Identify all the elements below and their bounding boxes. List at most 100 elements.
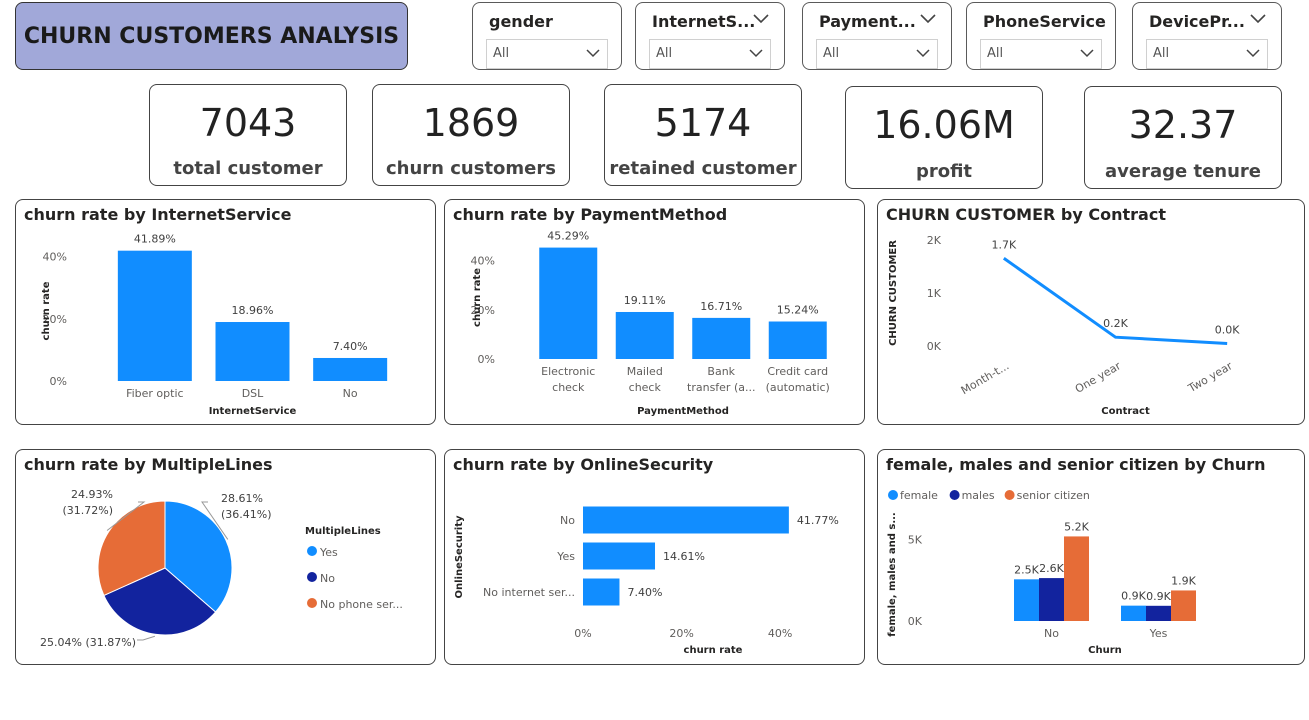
x-tick-label: (automatic): [766, 381, 830, 394]
y-tick-label: Yes: [556, 550, 575, 563]
slicer-deviceprotection[interactable]: DevicePr... All: [1132, 2, 1282, 70]
bar: [1014, 579, 1039, 621]
dashboard-title: CHURN CUSTOMERS ANALYSIS: [15, 2, 408, 70]
x-axis-title: Contract: [1101, 406, 1150, 417]
data-label: 28.61%: [221, 492, 263, 505]
bar: [1121, 605, 1146, 621]
chevron-down-icon[interactable]: [752, 12, 770, 26]
slicer-phoneservice-dropdown[interactable]: All: [980, 39, 1102, 69]
bar: [615, 311, 674, 359]
data-label: 19.11%: [624, 294, 666, 307]
slicer-paymentmethod-dropdown[interactable]: All: [816, 39, 938, 69]
kpi-average-tenure: 32.37 average tenure: [1084, 86, 1282, 189]
x-tick-label: Bank: [707, 365, 735, 378]
slicer-internetservice-value: All: [656, 46, 673, 61]
data-label: 0.9K: [1146, 590, 1171, 603]
x-axis-title: churn rate: [684, 645, 743, 656]
y-axis-title: CHURN CUSTOMER: [888, 240, 899, 346]
x-tick-label: Fiber optic: [126, 387, 183, 400]
slicer-gender-label: gender: [489, 12, 553, 31]
data-label: (31.72%): [62, 504, 113, 517]
legend-marker: [307, 572, 317, 582]
legend-label: No: [320, 572, 335, 585]
chart-paymentmethod[interactable]: churn rate by PaymentMethod 0% 20% 40% chur…: [444, 199, 865, 425]
data-label: 0.0K: [1215, 323, 1240, 336]
y-axis-title: OnlineSecurity: [454, 515, 465, 599]
legend-label: female: [900, 489, 938, 502]
slicer-deviceprotection-dropdown[interactable]: All: [1146, 39, 1268, 69]
x-axis-title: InternetService: [209, 406, 297, 417]
slicer-gender[interactable]: gender All: [472, 2, 622, 70]
bar: [583, 542, 656, 570]
slicer-phoneservice[interactable]: PhoneService All: [966, 2, 1116, 70]
slicer-gender-value: All: [493, 46, 510, 61]
chart-contract[interactable]: CHURN CUSTOMER by Contract 0K 1K 2K CHURN C…: [877, 199, 1305, 425]
kpi-value: 5174: [654, 101, 752, 145]
kpi-profit: 16.06M profit: [845, 86, 1043, 189]
bar: [1146, 605, 1171, 621]
multiplelines-pie-chart: 28.61% (36.41%) 25.04% (31.87%) 24.93% (31.7…: [40, 488, 403, 649]
data-label: 16.71%: [700, 300, 742, 313]
data-label: 2.5K: [1014, 563, 1039, 576]
chevron-down-icon: [586, 49, 600, 58]
x-tick-label: No: [1044, 627, 1059, 640]
y-tick-label: 0K: [927, 340, 942, 353]
x-tick-label: DSL: [242, 387, 264, 400]
x-tick-label: Month-t...: [959, 359, 1012, 397]
legend-label: senior citizen: [1017, 489, 1090, 502]
data-label: 5.2K: [1064, 520, 1089, 533]
legend-marker: [888, 490, 898, 500]
legend-label: Yes: [319, 546, 338, 559]
slicer-internetservice[interactable]: InternetS... All: [635, 2, 785, 70]
chevron-down-icon: [749, 49, 763, 58]
series-line: [1002, 257, 1228, 345]
bar: [768, 321, 827, 359]
slicer-deviceprotection-label: DevicePr...: [1149, 12, 1245, 31]
kpi-total-customer: 7043 total customer: [149, 84, 347, 186]
slicer-paymentmethod-label: Payment...: [819, 12, 916, 31]
data-label: 2.6K: [1039, 562, 1064, 575]
legend-title: MultipleLines: [305, 526, 381, 537]
kpi-value: 1869: [422, 101, 520, 145]
chart-demographics[interactable]: female, males and senior citizen by Chur…: [877, 449, 1305, 665]
data-label: 41.89%: [134, 233, 176, 246]
kpi-retained-customer: 5174 retained customer: [604, 84, 802, 186]
data-label: 0.9K: [1121, 590, 1146, 603]
bar: [692, 317, 751, 359]
slicer-deviceprotection-value: All: [1153, 46, 1170, 61]
x-tick-label: Credit card: [767, 365, 828, 378]
legend-marker: [307, 598, 317, 608]
y-tick-label: 40%: [43, 251, 67, 264]
y-tick-label: No: [560, 514, 575, 527]
bar: [1039, 578, 1064, 621]
y-tick-label: 1K: [927, 287, 942, 300]
data-label: 14.61%: [663, 550, 705, 563]
y-tick-label: No internet ser...: [483, 586, 575, 599]
chevron-down-icon[interactable]: [919, 12, 937, 26]
demographics-clustered-bar-chart: female males senior citizen 0K 5K female, mal…: [887, 489, 1197, 656]
chart-onlinesecurity[interactable]: churn rate by OnlineSecurity 41.77% No 14.…: [444, 449, 865, 665]
chart-internetservice[interactable]: churn rate by InternetService 0% 20% 40% ch…: [15, 199, 436, 425]
x-axis-title: PaymentMethod: [637, 406, 729, 417]
slicer-gender-dropdown[interactable]: All: [486, 39, 608, 69]
legend-label: No phone ser...: [320, 598, 403, 611]
slicer-phoneservice-value: All: [987, 46, 1004, 61]
chevron-down-icon: [1080, 49, 1094, 58]
bar: [583, 578, 620, 606]
kpi-label: profit: [915, 161, 973, 182]
y-tick-label: 0%: [50, 375, 67, 388]
slicer-paymentmethod-value: All: [823, 46, 840, 61]
chart-multiplelines[interactable]: churn rate by MultipleLines 28.61% (36.41…: [15, 449, 436, 665]
bar: [313, 357, 388, 381]
kpi-churn-customers: 1869 churn customers: [372, 84, 570, 186]
kpi-label: retained customer: [609, 158, 797, 179]
x-tick-label: One year: [1073, 359, 1124, 396]
legend-marker: [949, 490, 960, 500]
legend-marker: [1004, 490, 1015, 500]
x-tick-label: Yes: [1149, 627, 1168, 640]
data-label: 25.04% (31.87%): [40, 636, 136, 649]
y-tick-label: 0%: [478, 353, 495, 366]
slicer-paymentmethod[interactable]: Payment... All: [802, 2, 952, 70]
chevron-down-icon[interactable]: [1249, 12, 1267, 26]
slicer-internetservice-dropdown[interactable]: All: [649, 39, 771, 69]
